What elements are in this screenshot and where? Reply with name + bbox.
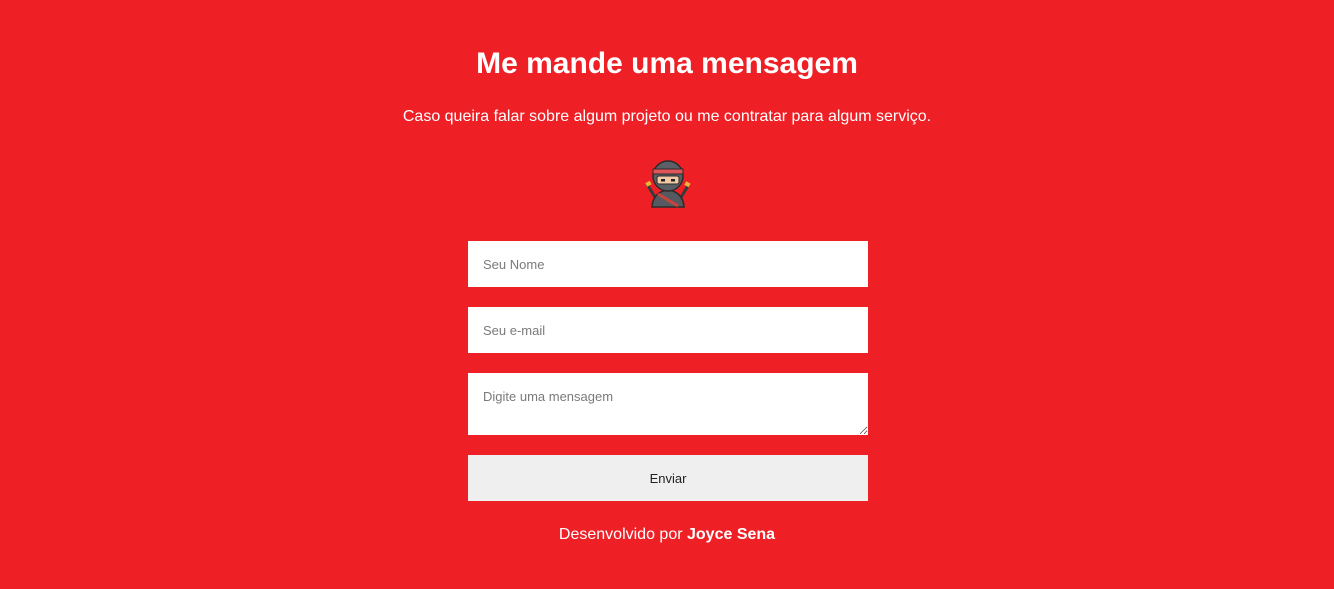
email-input[interactable]	[468, 307, 868, 353]
name-input[interactable]	[468, 241, 868, 287]
section-title: Me mande uma mensagem	[476, 47, 858, 80]
contact-section: Me mande uma mensagem Caso queira falar …	[0, 0, 1334, 589]
section-subtitle: Caso queira falar sobre algum projeto ou…	[402, 108, 932, 125]
footer-credit: Desenvolvido por Joyce Sena	[0, 525, 1334, 545]
send-button[interactable]: Enviar	[468, 455, 868, 501]
footer-author: Joyce Sena	[687, 526, 776, 543]
footer-prefix: Desenvolvido por	[558, 526, 687, 543]
message-textarea[interactable]	[468, 373, 868, 435]
ninja-icon	[645, 160, 691, 208]
